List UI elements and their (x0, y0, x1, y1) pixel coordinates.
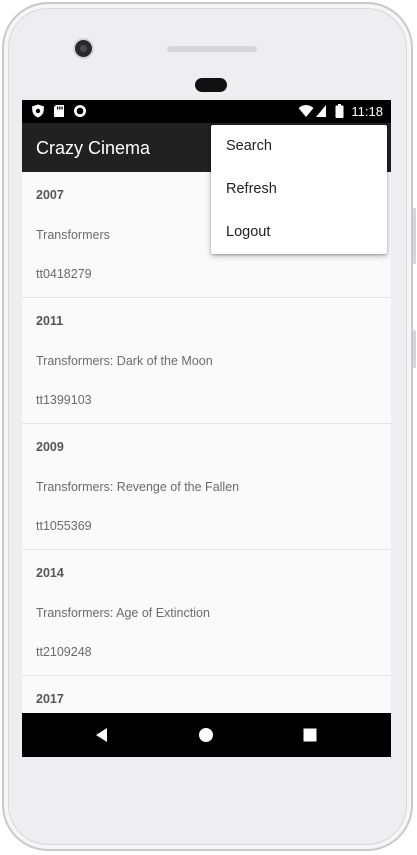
back-icon[interactable] (90, 723, 114, 747)
app-screen: 11:18 Crazy Cinema 2007 Transformers tt0… (22, 100, 391, 757)
front-camera (75, 40, 92, 57)
app-title: Crazy Cinema (36, 138, 151, 158)
movie-card[interactable]: 2017 (22, 676, 391, 713)
menu-item-refresh[interactable]: Refresh (211, 168, 387, 211)
status-bar: 11:18 (22, 100, 391, 123)
recents-icon[interactable] (298, 723, 322, 747)
proximity-sensor (195, 78, 227, 92)
record-icon (74, 105, 86, 117)
wifi-icon (298, 105, 314, 117)
movie-imdb-id: tt2109248 (36, 645, 92, 659)
movie-card[interactable]: 2009 Transformers: Revenge of the Fallen… (22, 424, 391, 550)
movie-year: 2009 (36, 440, 64, 454)
movie-title: Transformers: Revenge of the Fallen (36, 480, 240, 494)
shield-icon (32, 104, 44, 118)
movie-year: 2014 (36, 566, 64, 580)
menu-item-search[interactable]: Search (211, 125, 387, 168)
home-icon[interactable] (194, 723, 218, 747)
volume-button (413, 208, 416, 264)
movie-card[interactable]: 2011 Transformers: Dark of the Moon tt13… (22, 298, 391, 424)
movie-imdb-id: tt1055369 (36, 519, 92, 533)
overflow-menu: Search Refresh Logout (211, 125, 387, 254)
cell-signal-icon (316, 105, 326, 117)
navigation-bar (22, 713, 391, 757)
movie-title: Transformers (36, 228, 110, 242)
movie-year: 2011 (36, 314, 64, 328)
power-button (413, 330, 416, 368)
movie-imdb-id: tt1399103 (36, 393, 92, 407)
sd-card-icon (54, 105, 64, 117)
movie-year: 2007 (36, 188, 64, 202)
movie-title: Transformers: Age of Extinction (36, 606, 210, 620)
status-time: 11:18 (351, 104, 383, 119)
earpiece-speaker (167, 46, 257, 52)
movie-card[interactable]: 2014 Transformers: Age of Extinction tt2… (22, 550, 391, 676)
battery-icon (335, 104, 344, 118)
movie-imdb-id: tt0418279 (36, 267, 92, 281)
menu-item-logout[interactable]: Logout (211, 211, 387, 254)
movie-title: Transformers: Dark of the Moon (36, 354, 213, 368)
movie-year: 2017 (36, 692, 64, 706)
